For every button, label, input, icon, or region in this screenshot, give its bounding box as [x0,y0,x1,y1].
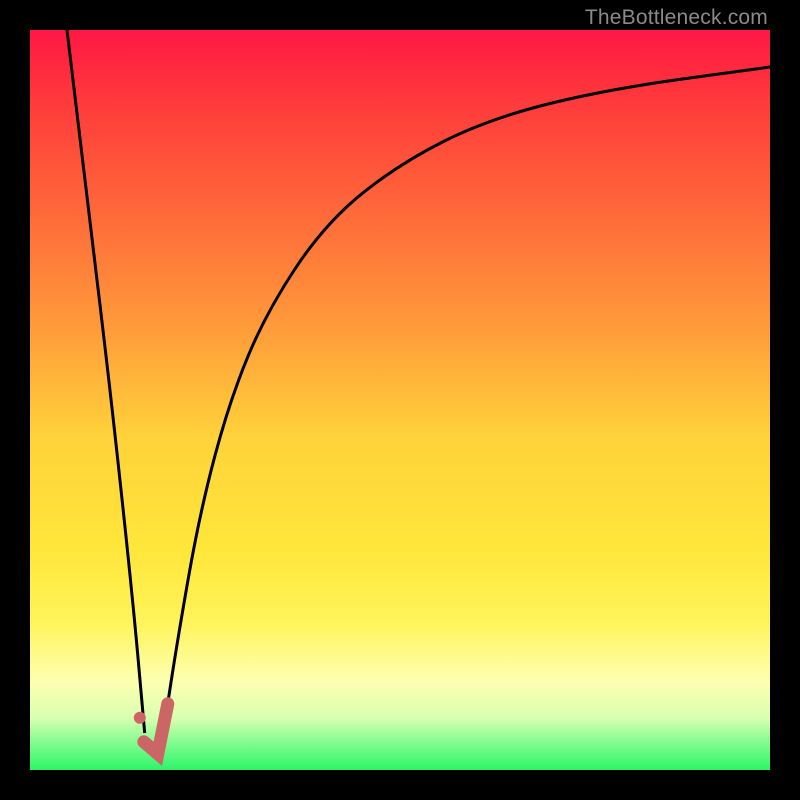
curve-right-branch [163,67,770,733]
check-icon [144,704,168,754]
watermark-text: TheBottleneck.com [585,6,768,30]
curve-left-branch [67,30,145,733]
selected-marker [134,704,168,754]
chart-frame: TheBottleneck.com [0,0,800,800]
plot-area [30,30,770,770]
bottleneck-curve [30,30,770,770]
